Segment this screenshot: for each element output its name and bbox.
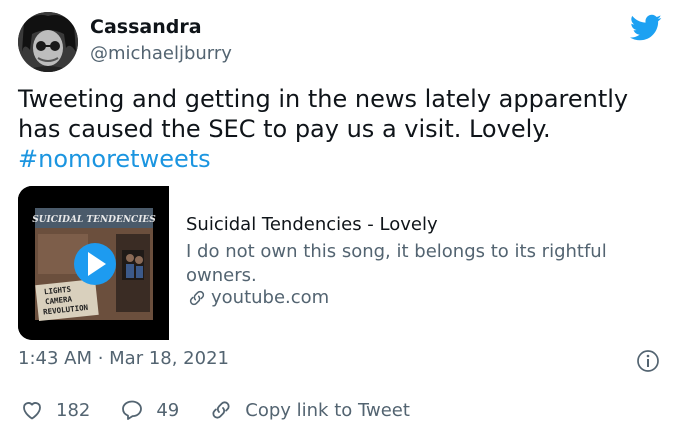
card-domain: youtube.com <box>186 287 329 308</box>
link-icon <box>189 290 205 305</box>
like-button[interactable]: 182 <box>20 398 90 422</box>
avatar[interactable] <box>18 12 78 72</box>
copy-link-button[interactable]: Copy link to Tweet <box>209 398 410 422</box>
reply-button[interactable]: 49 <box>120 398 179 422</box>
reply-count: 49 <box>156 399 180 421</box>
link-card[interactable]: SUICIDAL TENDENCIES LIGHTS CAMERA REVOLU… <box>18 186 653 340</box>
copy-link-label: Copy link to Tweet <box>245 399 410 421</box>
reply-icon <box>122 400 143 420</box>
tweet-actions: 182 49 Copy link to Tweet <box>20 398 440 422</box>
twitter-bird-icon[interactable] <box>630 14 662 42</box>
tweet-body: Tweeting and getting in the news lately … <box>18 85 629 143</box>
author-name[interactable]: Cassandra <box>90 16 202 38</box>
tweet-timestamp[interactable]: 1:43 AM · Mar 18, 2021 <box>18 348 229 369</box>
avatar-image <box>18 12 78 72</box>
album-band-name: SUICIDAL TENDENCIES <box>32 215 156 225</box>
author-handle[interactable]: @michaeljburry <box>90 43 232 64</box>
card-title: Suicidal Tendencies - Lovely <box>186 214 438 235</box>
video-thumbnail[interactable]: SUICIDAL TENDENCIES LIGHTS CAMERA REVOLU… <box>18 186 169 340</box>
info-icon[interactable] <box>636 349 660 373</box>
card-description: I do not own this song, it belongs to it… <box>186 241 607 286</box>
tweet-text: Tweeting and getting in the news lately … <box>18 84 658 174</box>
album-art: SUICIDAL TENDENCIES LIGHTS CAMERA REVOLU… <box>18 186 169 340</box>
card-domain-text: youtube.com <box>211 287 330 308</box>
heart-icon <box>23 402 41 420</box>
like-count: 182 <box>56 399 91 421</box>
hashtag-link[interactable]: #nomoretweets <box>18 144 658 174</box>
link-icon <box>212 401 230 419</box>
